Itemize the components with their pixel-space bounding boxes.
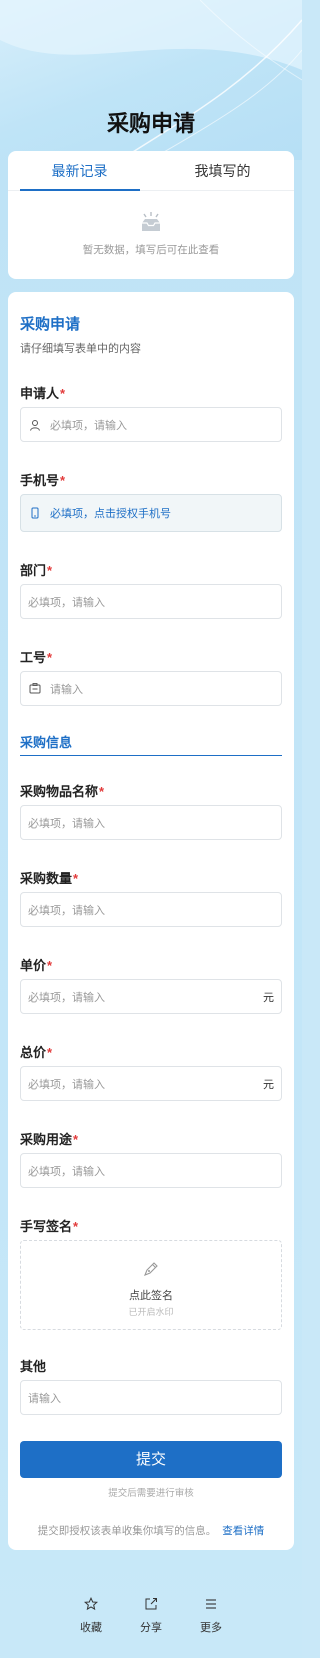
required-mark: *	[73, 1132, 79, 1147]
quantity-placeholder: 必填项，请输入	[28, 904, 105, 917]
submit-button[interactable]: 提交	[20, 1441, 282, 1478]
unit-price-label: 单价*	[20, 958, 53, 973]
phone-icon	[28, 506, 42, 520]
total-price-currency: 元	[263, 1078, 274, 1091]
applicant-input[interactable]: 必填项，请输入	[20, 407, 282, 442]
purpose-placeholder: 必填项，请输入	[28, 1165, 105, 1178]
employee-id-input[interactable]: 请输入	[20, 671, 282, 706]
share-button[interactable]: 分享	[131, 1595, 171, 1635]
signature-prompt: 点此签名	[129, 1290, 173, 1302]
phone-label: 手机号*	[20, 473, 66, 488]
privacy-text: 提交即授权该表单收集你填写的信息。	[37, 1525, 217, 1537]
favorite-button[interactable]: 收藏	[71, 1595, 111, 1635]
department-placeholder: 必填项，请输入	[28, 596, 105, 609]
purpose-label: 采购用途*	[20, 1132, 79, 1147]
required-mark: *	[47, 958, 53, 973]
privacy-details-link[interactable]: 查看详情	[222, 1525, 264, 1537]
quantity-input[interactable]: 必填项，请输入	[20, 892, 282, 927]
required-mark: *	[73, 871, 79, 886]
form-description: 请仔细填写表单中的内容	[20, 343, 141, 355]
purchase-info-section-title: 采购信息	[20, 732, 282, 756]
star-icon	[71, 1595, 111, 1613]
other-placeholder: 请输入	[28, 1392, 61, 1405]
form-card: 采购申请 请仔细填写表单中的内容 申请人* 必填项，请输入 手机号* 必填项，点…	[8, 292, 294, 1550]
signature-label: 手写签名*	[20, 1219, 79, 1234]
required-mark: *	[73, 1219, 79, 1234]
more-button[interactable]: 更多	[191, 1595, 231, 1635]
quantity-label: 采购数量*	[20, 871, 79, 886]
department-input[interactable]: 必填项，请输入	[20, 584, 282, 619]
employee-id-label: 工号*	[20, 650, 53, 665]
empty-state: 暂无数据，填写后可在此查看	[8, 191, 294, 257]
item-name-placeholder: 必填项，请输入	[28, 817, 105, 830]
favorite-label: 收藏	[80, 1622, 102, 1634]
menu-icon	[191, 1595, 231, 1613]
id-card-icon	[28, 682, 42, 696]
tab-latest-records[interactable]: 最新记录	[8, 151, 151, 190]
employee-id-placeholder: 请输入	[50, 683, 83, 696]
required-mark: *	[60, 386, 66, 401]
required-mark: *	[47, 650, 53, 665]
more-label: 更多	[200, 1622, 222, 1634]
empty-state-text: 暂无数据，填写后可在此查看	[82, 244, 220, 256]
required-mark: *	[60, 473, 66, 488]
unit-price-placeholder: 必填项，请输入	[28, 991, 105, 1004]
unit-price-currency: 元	[263, 991, 274, 1004]
required-mark: *	[47, 1045, 53, 1060]
tab-my-submissions[interactable]: 我填写的	[151, 151, 294, 190]
share-label: 分享	[140, 1622, 162, 1634]
item-name-label: 采购物品名称*	[20, 784, 105, 799]
page-title: 采购申请	[106, 111, 195, 136]
bottom-action-bar: 收藏 分享 更多	[0, 1583, 302, 1658]
submit-note: 提交后需要进行审核	[108, 1488, 194, 1499]
total-price-placeholder: 必填项，请输入	[28, 1078, 105, 1091]
records-card: 最新记录 我填写的 暂无数据，填写后可在此查看	[8, 151, 294, 279]
applicant-label: 申请人*	[20, 386, 66, 401]
tab-bar: 最新记录 我填写的	[8, 151, 294, 191]
other-input[interactable]: 请输入	[20, 1380, 282, 1415]
user-icon	[28, 418, 42, 432]
share-icon	[131, 1595, 171, 1613]
privacy-notice: 提交即授权该表单收集你填写的信息。 查看详情	[8, 1523, 294, 1538]
other-label: 其他	[20, 1359, 47, 1374]
pen-icon	[21, 1260, 281, 1283]
inbox-icon	[139, 211, 163, 238]
purpose-input[interactable]: 必填项，请输入	[20, 1153, 282, 1188]
watermark-note: 已开启水印	[128, 1307, 174, 1317]
total-price-input[interactable]: 必填项，请输入 元	[20, 1066, 282, 1101]
required-mark: *	[99, 784, 105, 799]
form-title: 采购申请	[20, 316, 81, 333]
applicant-placeholder: 必填项，请输入	[50, 419, 127, 432]
department-label: 部门*	[20, 563, 53, 578]
phone-placeholder: 必填项，点击授权手机号	[50, 508, 171, 520]
total-price-label: 总价*	[20, 1045, 53, 1060]
unit-price-input[interactable]: 必填项，请输入 元	[20, 979, 282, 1014]
required-mark: *	[47, 563, 53, 578]
item-name-input[interactable]: 必填项，请输入	[20, 805, 282, 840]
active-tab-indicator	[20, 189, 140, 191]
signature-pad[interactable]: 点此签名 已开启水印	[20, 1240, 282, 1330]
authorize-phone-button[interactable]: 必填项，点击授权手机号	[20, 494, 282, 532]
